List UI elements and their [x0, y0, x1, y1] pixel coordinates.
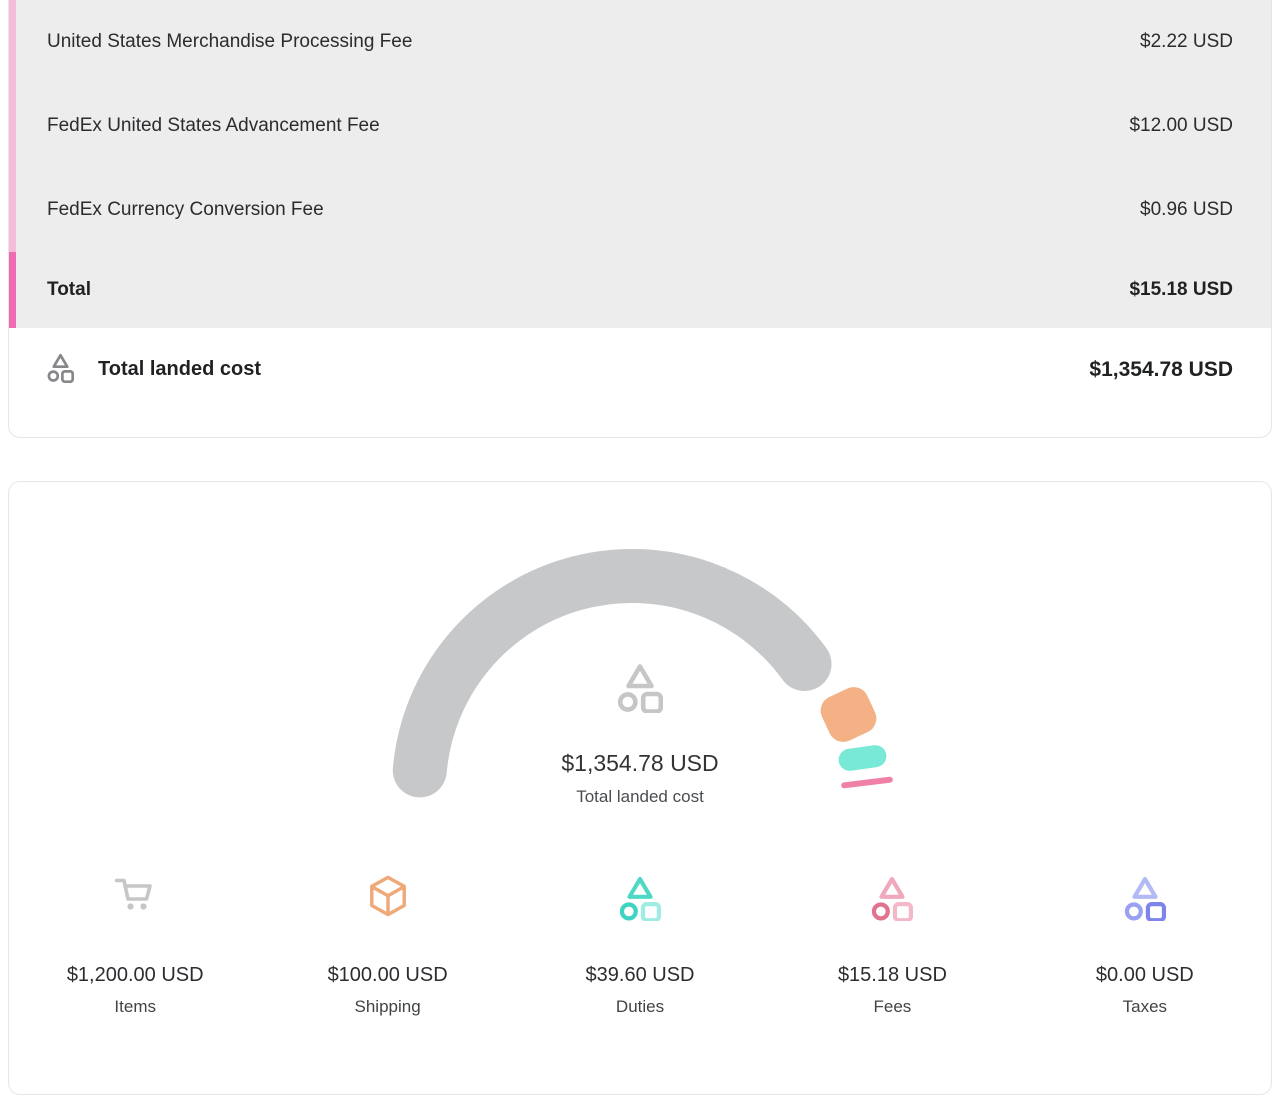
- stat-label: Fees: [874, 996, 912, 1018]
- fee-table: United States Merchandise Processing Fee…: [9, 0, 1271, 328]
- package-box-icon: [367, 874, 409, 920]
- total-accent-stripe: [9, 252, 16, 328]
- gauge-total-label: Total landed cost: [9, 786, 1271, 808]
- stat-label: Items: [114, 996, 156, 1018]
- fee-total-label: Total: [47, 279, 91, 301]
- gauge-segment-items: [420, 576, 805, 770]
- shapes-icon: [871, 874, 913, 921]
- fee-row: United States Merchandise Processing Fee…: [9, 0, 1271, 84]
- cost-stat-shipping: $100.00 USD Shipping: [261, 874, 513, 1018]
- cost-stats-row: $1,200.00 USD Items $100.00 USD Shipping…: [9, 874, 1271, 1018]
- stat-value: $0.00 USD: [1096, 962, 1194, 988]
- stat-value: $100.00 USD: [328, 962, 448, 988]
- cost-stat-fees: $15.18 USD Fees: [766, 874, 1018, 1018]
- fee-row-value: $2.22 USD: [1140, 31, 1233, 53]
- gauge-segment-shipping: [816, 682, 882, 747]
- stat-value: $1,200.00 USD: [67, 962, 204, 988]
- cost-gauge-card: $1,354.78 USD Total landed cost $1,200.0…: [8, 481, 1272, 1095]
- cost-stat-taxes: $0.00 USD Taxes: [1019, 874, 1271, 1018]
- total-landed-cost-value: $1,354.78 USD: [1089, 358, 1233, 382]
- fees-accent-stripe: [9, 0, 16, 252]
- fee-total-value: $15.18 USD: [1129, 279, 1233, 301]
- fee-row: FedEx United States Advancement Fee $12.0…: [9, 84, 1271, 168]
- shapes-icon: [617, 661, 663, 713]
- shapes-icon: [47, 352, 74, 388]
- stat-label: Duties: [616, 996, 664, 1018]
- fee-row-label: FedEx Currency Conversion Fee: [47, 199, 324, 221]
- cost-stat-items: $1,200.00 USD Items: [9, 874, 261, 1018]
- fee-breakdown-card: United States Merchandise Processing Fee…: [8, 0, 1272, 438]
- shapes-icon: [47, 352, 74, 383]
- stat-label: Shipping: [355, 996, 421, 1018]
- gauge-total-value: $1,354.78 USD: [9, 748, 1271, 778]
- fee-row-label: United States Merchandise Processing Fee: [47, 31, 412, 53]
- shapes-icon: [617, 661, 663, 713]
- shapes-icon: [619, 874, 661, 921]
- stat-label: Taxes: [1123, 996, 1167, 1018]
- fee-row-label: FedEx United States Advancement Fee: [47, 115, 380, 137]
- stat-value: $39.60 USD: [586, 962, 695, 988]
- total-landed-cost-label: Total landed cost: [98, 358, 261, 381]
- shapes-icon: [1124, 874, 1166, 921]
- stat-value: $15.18 USD: [838, 962, 947, 988]
- fee-total-row: Total $15.18 USD: [9, 252, 1271, 328]
- total-landed-cost-row: Total landed cost $1,354.78 USD: [9, 328, 1271, 388]
- cost-stat-duties: $39.60 USD Duties: [514, 874, 766, 1018]
- fee-row-value: $0.96 USD: [1140, 199, 1233, 221]
- fee-rows: United States Merchandise Processing Fee…: [9, 0, 1271, 252]
- fee-row: FedEx Currency Conversion Fee $0.96 USD: [9, 168, 1271, 252]
- cart-icon: [112, 874, 158, 914]
- fee-row-value: $12.00 USD: [1129, 115, 1233, 137]
